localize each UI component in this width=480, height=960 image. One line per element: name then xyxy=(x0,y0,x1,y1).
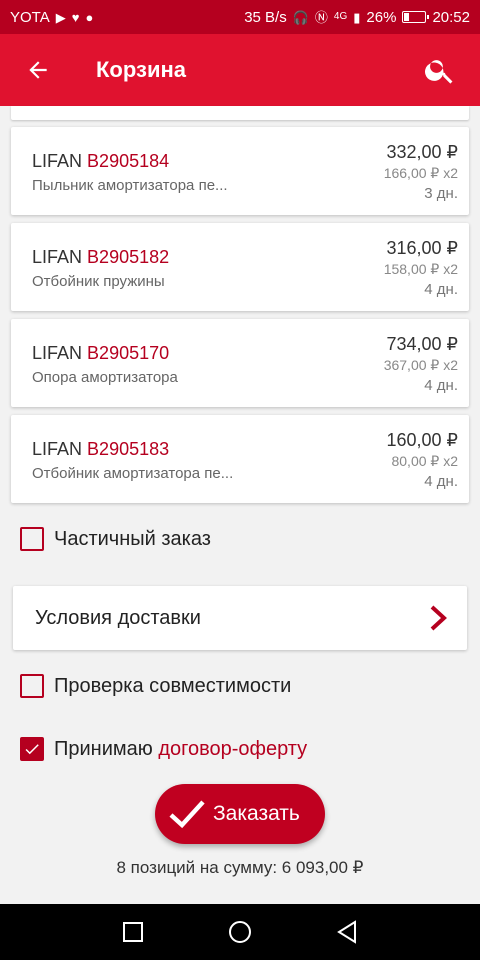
item-description: Отбойник амортизатора пе... xyxy=(32,465,234,482)
checkbox-box[interactable] xyxy=(20,674,44,698)
home-button[interactable] xyxy=(220,912,260,952)
order-button[interactable]: Заказать xyxy=(155,784,325,844)
cart-item[interactable]: LIFAN B2905183 Отбойник амортизатора пе.… xyxy=(11,415,469,503)
cart-item[interactable]: LIFAN B2905182 Отбойник пружины 316,00 ₽… xyxy=(11,223,469,311)
compatibility-label: Проверка совместимости xyxy=(54,674,292,697)
headphones-icon: 🎧 xyxy=(292,9,309,25)
order-button-label: Заказать xyxy=(213,802,300,825)
net-speed: 35 B/s xyxy=(244,8,287,26)
cart-item[interactable]: LIFAN B2905170 Опора амортизатора 734,00… xyxy=(11,319,469,407)
chevron-right-icon xyxy=(430,605,447,631)
back-button[interactable] xyxy=(0,34,76,106)
accept-label: Принимаю xyxy=(54,737,159,760)
item-brand: LIFAN xyxy=(32,151,83,171)
item-code: B2905182 xyxy=(87,247,170,267)
search-button[interactable] xyxy=(400,34,480,106)
item-brand: LIFAN xyxy=(32,247,83,267)
signal-icon: ▮ xyxy=(353,9,361,25)
item-price: 160,00 ₽ xyxy=(386,430,458,450)
delivery-conditions-button[interactable]: Условия доставки xyxy=(13,586,467,650)
carrier-label: YOTA xyxy=(10,8,50,26)
clock: 20:52 xyxy=(432,8,470,26)
back-nav-button[interactable] xyxy=(327,912,367,952)
item-delivery-days: 3 дн. xyxy=(424,185,458,202)
partial-order-checkbox[interactable]: Частичный заказ xyxy=(20,527,211,551)
network-type: 4G xyxy=(333,11,348,22)
item-code: B2905170 xyxy=(87,343,170,363)
arrow-back-icon xyxy=(29,61,47,79)
item-delivery-days: 4 дн. xyxy=(424,281,458,298)
nfc-icon: Ⓝ xyxy=(314,9,328,25)
cart-item[interactable]: LIFAN B2905184 Пыльник амортизатора пе..… xyxy=(11,127,469,215)
search-icon xyxy=(425,60,453,84)
chat-icon: ● xyxy=(85,9,94,25)
item-brand: LIFAN xyxy=(32,343,83,363)
battery-percent: 26% xyxy=(366,8,397,26)
item-unit-price: 367,00 ₽ x2 xyxy=(383,357,458,373)
item-unit-price: 158,00 ₽ x2 xyxy=(383,261,458,277)
item-delivery-days: 4 дн. xyxy=(424,377,458,394)
item-unit-price: 166,00 ₽ x2 xyxy=(383,165,458,181)
item-description: Отбойник пружины xyxy=(32,273,165,290)
item-code: B2905184 xyxy=(87,151,170,171)
system-nav-bar xyxy=(0,904,480,960)
partial-order-label: Частичный заказ xyxy=(54,527,211,550)
status-bar: YOTA ▶ ♥ ● 35 B/s 🎧 Ⓝ 4G ▮ 26% 20:52 xyxy=(0,0,480,34)
order-summary: 8 позиций на сумму: 6 093,00 ₽ xyxy=(116,858,364,877)
battery-icon xyxy=(402,11,430,23)
accept-offer-checkbox[interactable]: Принимаю договор-оферту xyxy=(20,737,307,761)
item-brand: LIFAN xyxy=(32,439,83,459)
list-item-partial xyxy=(11,106,469,120)
checkbox-box-checked[interactable] xyxy=(20,737,44,761)
checkmark-icon xyxy=(25,744,39,755)
offer-contract-link[interactable]: договор-оферту xyxy=(158,738,307,760)
app-bar: Корзина xyxy=(0,34,480,106)
item-description: Опора амортизатора xyxy=(32,369,178,386)
home-icon xyxy=(228,921,251,943)
item-price: 316,00 ₽ xyxy=(386,238,458,258)
item-delivery-days: 4 дн. xyxy=(424,473,458,490)
compatibility-check-checkbox[interactable]: Проверка совместимости xyxy=(20,674,291,698)
check-icon xyxy=(155,798,213,830)
delivery-conditions-label: Условия доставки xyxy=(35,606,201,629)
back-triangle-icon xyxy=(336,920,356,944)
item-price: 734,00 ₽ xyxy=(386,334,458,354)
page-title: Корзина xyxy=(96,57,186,82)
recents-button[interactable] xyxy=(113,912,153,952)
recents-icon xyxy=(123,922,144,942)
item-unit-price: 80,00 ₽ x2 xyxy=(391,453,458,469)
checkbox-box[interactable] xyxy=(20,527,44,551)
item-code: B2905183 xyxy=(87,439,170,459)
item-price: 332,00 ₽ xyxy=(386,142,458,162)
item-description: Пыльник амортизатора пе... xyxy=(32,177,228,194)
battery-fill xyxy=(404,13,410,21)
play-icon: ▶ xyxy=(55,9,66,25)
heart-icon: ♥ xyxy=(71,9,80,25)
